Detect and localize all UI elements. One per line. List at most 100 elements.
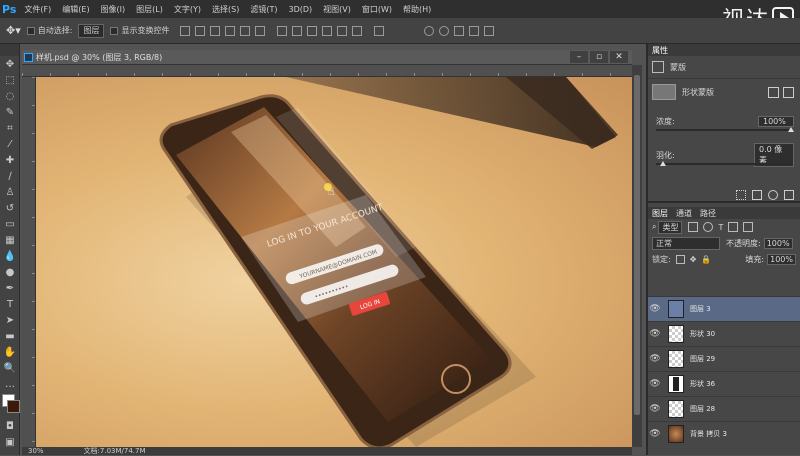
menu-edit[interactable]: 编辑(E) — [62, 4, 89, 15]
distribute-middle-icon[interactable] — [292, 25, 303, 36]
3d-pan-icon[interactable] — [454, 25, 465, 36]
visibility-eye-icon[interactable]: 👁 — [648, 329, 662, 339]
move-tool-icon[interactable]: ✥▾ — [6, 24, 21, 38]
layer-row[interactable]: 👁 图层 29 — [648, 346, 800, 371]
toggle-mask-icon[interactable] — [768, 190, 778, 200]
select-mask-icon[interactable] — [768, 86, 779, 98]
apply-mask-icon[interactable] — [752, 190, 762, 200]
align-bottom-icon[interactable] — [210, 25, 221, 36]
menu-3d[interactable]: 3D(D) — [288, 5, 312, 14]
menu-help[interactable]: 帮助(H) — [403, 4, 431, 15]
color-swatches[interactable] — [0, 392, 20, 418]
layer-name[interactable]: 图层 3 — [690, 304, 711, 314]
auto-select-checkbox[interactable] — [26, 26, 35, 35]
restore-button[interactable]: ▫ — [590, 51, 608, 63]
blur-tool-icon[interactable]: 💧 — [0, 248, 20, 264]
layer-name[interactable]: 背景 拷贝 3 — [690, 429, 727, 439]
opacity-value[interactable]: 100% — [763, 237, 793, 249]
filter-type-icon[interactable]: T — [718, 223, 723, 232]
distribute-center-icon[interactable] — [337, 25, 348, 36]
auto-align-icon[interactable] — [374, 25, 385, 36]
eraser-tool-icon[interactable]: ▭ — [0, 216, 20, 232]
tab-properties[interactable]: 属性 — [652, 45, 668, 56]
visibility-eye-icon[interactable]: 👁 — [648, 354, 662, 364]
menu-window[interactable]: 窗口(W) — [362, 4, 392, 15]
3d-slide-icon[interactable] — [469, 25, 480, 36]
menu-file[interactable]: 文件(F) — [24, 4, 51, 15]
density-slider[interactable] — [656, 127, 794, 132]
close-button[interactable]: ✕ — [610, 51, 628, 63]
tab-layers[interactable]: 图层 — [652, 208, 668, 219]
align-right-icon[interactable] — [255, 25, 266, 36]
filter-pixel-icon[interactable] — [688, 222, 699, 232]
healing-brush-icon[interactable]: ✚ — [0, 152, 20, 168]
density-value[interactable]: 100% — [758, 115, 794, 127]
layer-row[interactable]: 👁 背景 拷贝 3 — [648, 421, 800, 446]
vertical-scrollbar[interactable] — [632, 65, 642, 447]
quick-mask-icon[interactable]: ◘ — [0, 418, 20, 434]
history-brush-icon[interactable]: ↺ — [0, 200, 20, 216]
dodge-tool-icon[interactable]: ● — [0, 264, 20, 280]
delete-mask-icon[interactable] — [784, 190, 794, 200]
distribute-left-icon[interactable] — [322, 25, 333, 36]
background-color-swatch[interactable] — [7, 400, 20, 413]
document-canvas[interactable]: LOG IN TO YOUR ACCOUNT YOURNAME@DOMAIN.C… — [36, 77, 632, 447]
layer-row[interactable]: 👁 形状 36 — [648, 371, 800, 396]
align-middle-icon[interactable] — [195, 25, 206, 36]
pen-tool-icon[interactable]: ✒ — [0, 280, 20, 296]
distribute-bottom-icon[interactable] — [307, 25, 318, 36]
visibility-eye-icon[interactable]: 👁 — [648, 404, 662, 414]
more-tools-icon[interactable]: … — [0, 376, 20, 392]
visibility-eye-icon[interactable]: 👁 — [648, 429, 662, 439]
visibility-eye-icon[interactable]: 👁 — [648, 304, 662, 314]
type-tool-icon[interactable]: T — [0, 296, 20, 312]
scrollbar-thumb[interactable] — [634, 75, 640, 415]
lock-position-icon[interactable]: ✥ — [690, 255, 697, 264]
distribute-top-icon[interactable] — [277, 25, 288, 36]
lasso-tool-icon[interactable]: ◌ — [0, 88, 20, 104]
blend-mode-dropdown[interactable]: 正常 — [652, 236, 720, 250]
document-tab[interactable]: 样机.psd @ 30% (图层 3, RGB/8) – ▫ ✕ — [22, 50, 632, 65]
move-tool-icon[interactable]: ✥ — [0, 56, 20, 72]
menu-select[interactable]: 选择(S) — [212, 4, 239, 15]
lock-pixels-icon[interactable] — [675, 254, 685, 264]
eyedropper-tool-icon[interactable]: ⁄ — [0, 136, 20, 152]
load-selection-icon[interactable] — [736, 190, 746, 200]
filter-smart-object-icon[interactable] — [743, 222, 754, 232]
crop-tool-icon[interactable]: ⌗ — [0, 120, 20, 136]
visibility-eye-icon[interactable]: 👁 — [648, 379, 662, 389]
auto-select-dropdown[interactable]: 图层 — [78, 23, 105, 38]
tab-paths[interactable]: 路径 — [700, 208, 716, 219]
show-transform-checkbox[interactable] — [110, 26, 119, 35]
3d-scale-icon[interactable] — [484, 25, 495, 36]
3d-rotate-icon[interactable] — [424, 25, 435, 36]
tab-channels[interactable]: 通道 — [676, 208, 692, 219]
zoom-tool-icon[interactable]: 🔍 — [0, 360, 20, 376]
menu-type[interactable]: 文字(Y) — [174, 4, 201, 15]
screen-mode-icon[interactable]: ▣ — [0, 434, 20, 450]
align-left-icon[interactable] — [225, 25, 236, 36]
align-top-icon[interactable] — [180, 25, 191, 36]
layer-name[interactable]: 图层 28 — [690, 404, 715, 414]
fill-value[interactable]: 100% — [767, 253, 796, 265]
distribute-right-icon[interactable] — [352, 25, 363, 36]
layer-name[interactable]: 形状 36 — [690, 379, 715, 389]
hand-tool-icon[interactable]: ✋ — [0, 344, 20, 360]
align-center-icon[interactable] — [240, 25, 251, 36]
shape-mask-thumb[interactable] — [652, 84, 676, 100]
add-vector-mask-icon[interactable] — [783, 86, 794, 98]
menu-view[interactable]: 视图(V) — [323, 4, 351, 15]
menu-filter[interactable]: 滤镜(T) — [250, 4, 277, 15]
layer-row[interactable]: 👁 图层 3 — [648, 296, 800, 321]
feather-slider[interactable] — [656, 161, 792, 166]
quick-select-tool-icon[interactable]: ✎ — [0, 104, 20, 120]
layer-name[interactable]: 图层 29 — [690, 354, 715, 364]
gradient-tool-icon[interactable]: ▦ — [0, 232, 20, 248]
filter-adjustment-icon[interactable] — [703, 222, 714, 232]
layer-kind-filter[interactable]: 类型 — [658, 220, 683, 234]
marquee-tool-icon[interactable]: ⬚ — [0, 72, 20, 88]
path-select-tool-icon[interactable]: ➤ — [0, 312, 20, 328]
zoom-level[interactable]: 30% — [28, 447, 44, 455]
shape-tool-icon[interactable]: ▬ — [0, 328, 20, 344]
3d-roll-icon[interactable] — [439, 25, 450, 36]
